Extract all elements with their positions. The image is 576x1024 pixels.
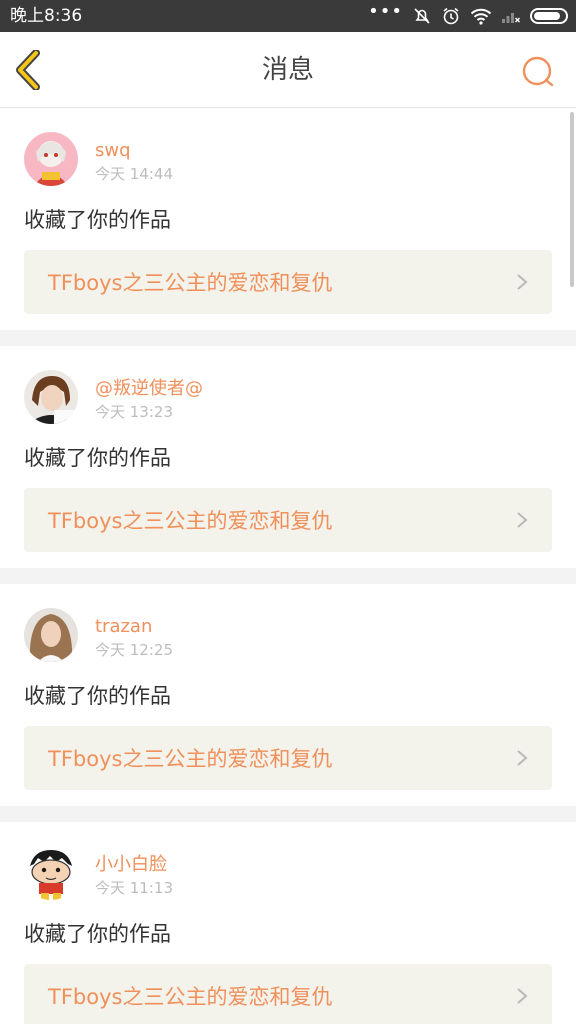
page-title: 消息: [261, 55, 314, 85]
more-dots-icon: •••: [368, 1, 403, 22]
action-text: 收藏了你的作品: [24, 446, 171, 470]
work-link[interactable]: TFboys之三公主的爱恋和复仇: [24, 250, 552, 314]
username[interactable]: @叛逆使者@: [95, 378, 203, 400]
message-card: trazan 今天 12:25 收藏了你的作品 TFboys之三公主的爱恋和复仇: [0, 584, 576, 806]
action-text: 收藏了你的作品: [24, 922, 171, 946]
username[interactable]: trazan: [95, 616, 152, 638]
avatar[interactable]: [24, 846, 78, 900]
message-list: swq 今天 14:44 收藏了你的作品 TFboys之三公主的爱恋和复仇 @叛…: [0, 108, 576, 1024]
mute-notification-icon: [414, 8, 430, 24]
avatar[interactable]: [24, 608, 78, 662]
username[interactable]: 小小白脸: [95, 854, 167, 876]
chevron-right-icon: [517, 274, 528, 290]
action-text: 收藏了你的作品: [24, 208, 171, 232]
timestamp: 今天 12:25: [95, 641, 173, 659]
timestamp: 今天 14:44: [95, 165, 173, 183]
chevron-right-icon: [517, 750, 528, 766]
wifi-icon: [470, 8, 492, 25]
status-icons: •••: [368, 1, 568, 26]
work-link[interactable]: TFboys之三公主的爱恋和复仇: [24, 964, 552, 1024]
work-link[interactable]: TFboys之三公主的爱恋和复仇: [24, 488, 552, 552]
work-title: TFboys之三公主的爱恋和复仇: [48, 747, 333, 771]
work-title: TFboys之三公主的爱恋和复仇: [48, 509, 333, 533]
status-bar: 晚上8:36 •••: [0, 0, 576, 32]
work-link[interactable]: TFboys之三公主的爱恋和复仇: [24, 726, 552, 790]
chevron-right-icon: [517, 988, 528, 1004]
avatar[interactable]: [24, 132, 78, 186]
chevron-right-icon: [517, 512, 528, 528]
signal-icon: [502, 13, 520, 23]
message-card: 小小白脸 今天 11:13 收藏了你的作品 TFboys之三公主的爱恋和复仇: [0, 822, 576, 1024]
message-card: swq 今天 14:44 收藏了你的作品 TFboys之三公主的爱恋和复仇: [0, 108, 576, 330]
username[interactable]: swq: [95, 140, 131, 162]
battery-icon: [530, 8, 568, 24]
scrollbar[interactable]: [570, 112, 574, 287]
app-header: 消息: [0, 32, 576, 108]
work-title: TFboys之三公主的爱恋和复仇: [48, 985, 333, 1009]
status-time: 晚上8:36: [10, 6, 83, 26]
work-title: TFboys之三公主的爱恋和复仇: [48, 271, 333, 295]
message-card: @叛逆使者@ 今天 13:23 收藏了你的作品 TFboys之三公主的爱恋和复仇: [0, 346, 576, 568]
timestamp: 今天 11:13: [95, 879, 173, 897]
search-icon[interactable]: [520, 54, 556, 90]
alarm-icon: [443, 7, 459, 25]
timestamp: 今天 13:23: [95, 403, 173, 421]
avatar[interactable]: [24, 370, 78, 424]
action-text: 收藏了你的作品: [24, 684, 171, 708]
